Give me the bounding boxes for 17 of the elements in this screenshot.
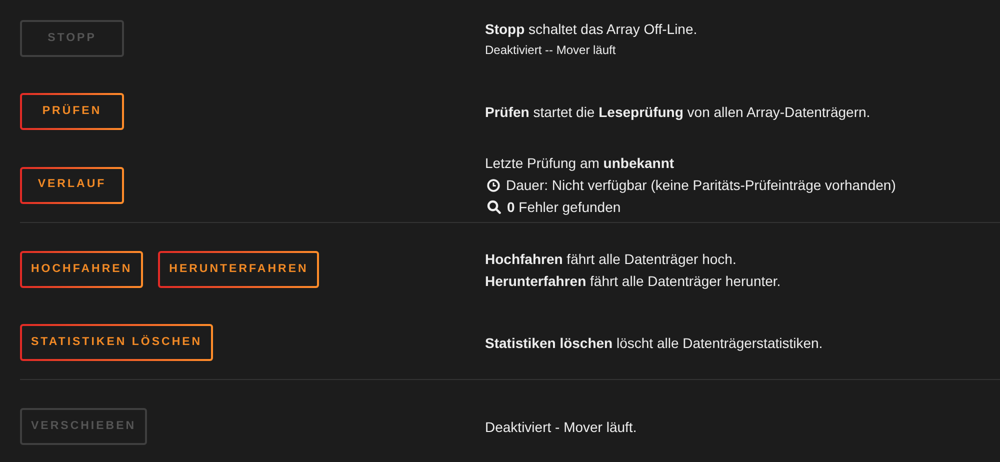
description-text: Prüfen startet die Leseprüfung von allen Array-Datenträgern. <box>485 102 870 122</box>
description-text: Statistiken löschen löscht alle Datenträgerstatistiken. <box>485 334 823 353</box>
search-icon <box>487 200 501 214</box>
action-button[interactable]: HERUNTERFAHREN <box>158 251 320 288</box>
description-text: Herunterfahren fährt alle Datenträger herunter. <box>485 272 781 291</box>
description-text: 0 Fehler gefunden <box>507 198 621 217</box>
action-button[interactable]: STATISTIKEN LÖSCHEN <box>20 324 214 361</box>
description-text: Deaktiviert - Mover läuft. <box>485 418 637 436</box>
status-text: Deaktiviert -- Mover läuft <box>485 42 616 58</box>
description-text: Hochfahren fährt alle Datenträger hoch. <box>485 250 736 269</box>
description-text: Letzte Prüfung am unbekannt <box>485 154 674 173</box>
description-text: Stopp schaltet das Array Off-Line. <box>485 20 698 39</box>
clock-icon <box>487 178 500 192</box>
description-text: Dauer: Nicht verfügbar (keine Paritäts-Prüfeinträge vorhanden) <box>506 176 896 195</box>
action-button[interactable]: PRÜFEN <box>20 93 124 130</box>
action-button[interactable]: HOCHFAHREN <box>20 251 144 288</box>
action-button[interactable]: VERLAUF <box>20 166 124 204</box>
